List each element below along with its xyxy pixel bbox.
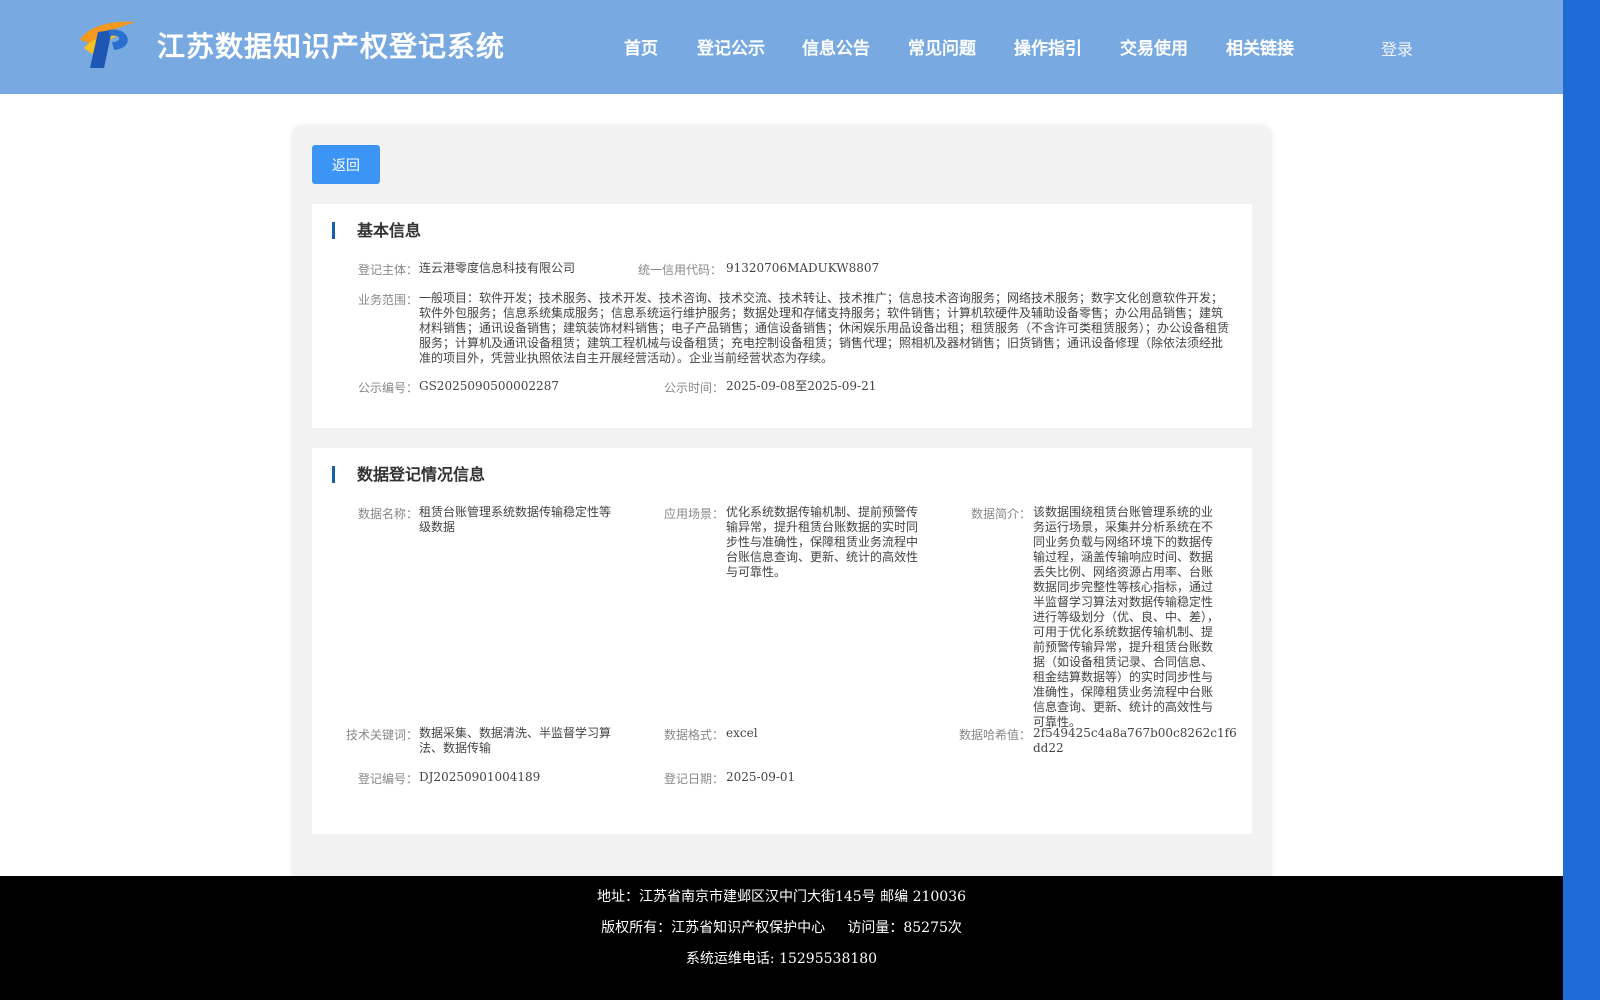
credit-code-value: 91320706MADUKW8807 xyxy=(726,261,880,275)
nav-registration-publicity[interactable]: 登记公示 xyxy=(697,34,765,59)
application-scene-label: 应用场景： xyxy=(663,507,724,521)
data-hash-label: 数据哈希值： xyxy=(958,728,1031,742)
data-format-value: excel xyxy=(726,726,758,740)
registration-no-value: DJ20250901004189 xyxy=(419,770,541,784)
scrollbar-track[interactable] xyxy=(1563,0,1600,1000)
data-intro-label: 数据简介： xyxy=(970,507,1031,521)
tech-keywords-value: 数据采集、数据清洗、半监督学习算法、数据传输 xyxy=(419,726,612,755)
footer-phone: 系统运维电话: 15295538180 xyxy=(685,951,878,967)
back-button[interactable]: 返回 xyxy=(312,145,380,184)
top-header: 江苏数据知识产权登记系统 首页 登记公示 信息公告 常见问题 操作指引 交易使用… xyxy=(0,0,1563,94)
registration-no-label: 登记编号： xyxy=(357,772,418,786)
nav-trading[interactable]: 交易使用 xyxy=(1120,34,1188,59)
nav-links[interactable]: 相关链接 xyxy=(1226,34,1294,59)
publicity-no-label: 公示编号： xyxy=(357,381,418,395)
application-scene-value: 优化系统数据传输机制、提前预警传输异常，提升租赁台账数据的实时同步性与准确性，保… xyxy=(726,505,919,579)
data-registration-card: 数据登记情况信息 数据名称： 租赁台账管理系统数据传输稳定性等级数据 应用场景：… xyxy=(312,448,1252,834)
nav-home[interactable]: 首页 xyxy=(624,34,658,59)
login-link[interactable]: 登录 xyxy=(1381,36,1413,60)
nav-guide[interactable]: 操作指引 xyxy=(1014,34,1082,59)
site-logo-icon[interactable] xyxy=(78,18,138,70)
footer: 地址：江苏省南京市建邺区汉中门大街145号 邮编 210036 版权所有：江苏省… xyxy=(0,876,1563,1000)
detail-panel: 返回 基本信息 登记主体： 连云港零度信息科技有限公司 统一信用代码： 9132… xyxy=(292,125,1272,885)
data-name-label: 数据名称： xyxy=(357,507,418,521)
nav-announcements[interactable]: 信息公告 xyxy=(802,34,870,59)
subject-label: 登记主体： xyxy=(357,263,418,277)
footer-copyright: 版权所有：江苏省知识产权保护中心 访问量：85275次 xyxy=(601,920,962,936)
data-format-label: 数据格式： xyxy=(663,728,724,742)
business-scope-label: 业务范围： xyxy=(357,293,418,307)
data-intro-value: 该数据围绕租赁台账管理系统的业务运行场景，采集并分析系统在不同业务负载与网络环境… xyxy=(1033,505,1220,729)
tech-keywords-label: 技术关键词： xyxy=(345,728,418,742)
basic-info-card: 基本信息 登记主体： 连云港零度信息科技有限公司 统一信用代码： 9132070… xyxy=(312,204,1252,428)
data-name-value: 租赁台账管理系统数据传输稳定性等级数据 xyxy=(419,505,612,534)
business-scope-value: 一般项目：软件开发；技术服务、技术开发、技术咨询、技术交流、技术转让、技术推广；… xyxy=(419,291,1230,365)
data-registration-title: 数据登记情况信息 xyxy=(332,466,485,483)
registration-date-value: 2025-09-01 xyxy=(726,770,796,784)
site-title[interactable]: 江苏数据知识产权登记系统 xyxy=(157,25,505,65)
basic-info-title: 基本信息 xyxy=(332,222,421,239)
registration-date-label: 登记日期： xyxy=(663,772,724,786)
footer-address: 地址：江苏省南京市建邺区汉中门大街145号 邮编 210036 xyxy=(596,889,967,905)
nav-faq[interactable]: 常见问题 xyxy=(908,34,976,59)
subject-value: 连云港零度信息科技有限公司 xyxy=(419,261,576,275)
publicity-time-label: 公示时间： xyxy=(663,381,724,395)
credit-code-label: 统一信用代码： xyxy=(637,263,722,277)
publicity-time-value: 2025-09-08至2025-09-21 xyxy=(726,379,877,393)
publicity-no-value: GS2025090500002287 xyxy=(419,379,559,393)
data-hash-value: 2f549425c4a8a767b00c8262c1f6dd22 xyxy=(1033,726,1237,755)
